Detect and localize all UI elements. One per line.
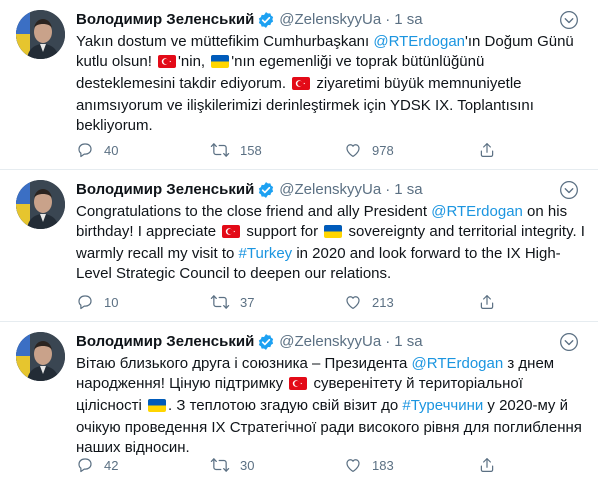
verified-badge-icon xyxy=(257,333,275,351)
reply-icon xyxy=(76,456,94,474)
tweet-time[interactable]: 1 sa xyxy=(394,332,422,352)
tweet-feed: Володимир Зеленський @ZelenskyyUa · 1 sa… xyxy=(0,0,598,484)
separator-dot: · xyxy=(385,11,391,28)
retweet-button[interactable]: 37 xyxy=(210,293,290,311)
ukraine-flag-icon xyxy=(211,54,230,74)
share-icon xyxy=(478,293,496,311)
mention-link[interactable]: @RTErdogan xyxy=(412,355,504,372)
separator-dot: · xyxy=(385,181,391,198)
heart-icon xyxy=(344,293,362,311)
like-button[interactable]: 183 xyxy=(344,456,424,474)
retweet-icon xyxy=(210,141,230,159)
text-segment: support for xyxy=(242,223,323,240)
text-segment: Congratulations to the close friend and … xyxy=(76,203,432,220)
text-segment: Yakın dostum ve müttefikim Cumhurbaşkanı xyxy=(76,33,374,50)
avatar[interactable] xyxy=(16,180,65,229)
more-options-icon[interactable] xyxy=(558,331,580,353)
reply-button[interactable]: 42 xyxy=(76,456,156,474)
mention-link[interactable]: @RTErdogan xyxy=(431,203,523,220)
tweet-actions: 40 158 978 xyxy=(76,141,506,159)
tweet-text: Вітаю близького друга і союзника – Прези… xyxy=(76,354,586,458)
author-handle[interactable]: @ZelenskyyUa xyxy=(279,10,381,30)
ukraine-flag-icon xyxy=(324,224,343,244)
retweet-count: 30 xyxy=(240,457,255,473)
retweet-button[interactable]: 158 xyxy=(210,141,290,159)
avatar[interactable] xyxy=(16,332,65,381)
author-name[interactable]: Володимир Зеленський xyxy=(76,332,254,352)
tweet-actions: 10 37 213 xyxy=(76,293,506,311)
author-handle[interactable]: @ZelenskyyUa xyxy=(279,332,381,352)
like-count: 978 xyxy=(372,142,394,158)
reply-icon xyxy=(76,293,94,311)
text-segment: . З теплотою згадую свій візит до xyxy=(168,397,403,414)
tweet-header: Володимир Зеленський @ZelenskyyUa · 1 sa xyxy=(76,332,582,352)
heart-icon xyxy=(344,141,362,159)
share-button[interactable] xyxy=(478,293,506,311)
tweet-text: Congratulations to the close friend and … xyxy=(76,202,586,284)
more-options-icon[interactable] xyxy=(558,179,580,201)
reply-count: 42 xyxy=(104,457,119,473)
like-button[interactable]: 978 xyxy=(344,141,424,159)
share-button[interactable] xyxy=(478,456,506,474)
author-name[interactable]: Володимир Зеленський xyxy=(76,10,254,30)
avatar[interactable] xyxy=(16,10,65,59)
share-icon xyxy=(478,141,496,159)
verified-badge-icon xyxy=(257,181,275,199)
tweet[interactable]: Володимир Зеленський @ZelenskyyUa · 1 sa… xyxy=(0,322,598,484)
more-options-icon[interactable] xyxy=(558,9,580,31)
reply-button[interactable]: 10 xyxy=(76,293,156,311)
retweet-icon xyxy=(210,456,230,474)
like-count: 213 xyxy=(372,294,394,310)
hashtag-link[interactable]: #Туреччини xyxy=(402,397,483,414)
hashtag-link[interactable]: #Turkey xyxy=(239,245,293,262)
tweet-time[interactable]: 1 sa xyxy=(394,10,422,30)
turkey-flag-icon xyxy=(222,224,241,244)
verified-badge-icon xyxy=(257,11,275,29)
like-count: 183 xyxy=(372,457,394,473)
tweet-time[interactable]: 1 sa xyxy=(394,180,422,200)
author-name[interactable]: Володимир Зеленський xyxy=(76,180,254,200)
tweet-header: Володимир Зеленський @ZelenskyyUa · 1 sa xyxy=(76,10,582,30)
mention-link[interactable]: @RTErdogan xyxy=(373,33,465,50)
tweet[interactable]: Володимир Зеленський @ZelenskyyUa · 1 sa… xyxy=(0,0,598,170)
text-segment: 'nin, xyxy=(178,53,210,70)
retweet-button[interactable]: 30 xyxy=(210,456,290,474)
ukraine-flag-icon xyxy=(148,398,167,418)
like-button[interactable]: 213 xyxy=(344,293,424,311)
retweet-icon xyxy=(210,293,230,311)
reply-icon xyxy=(76,141,94,159)
reply-count: 40 xyxy=(104,142,119,158)
tweet-header: Володимир Зеленський @ZelenskyyUa · 1 sa xyxy=(76,180,582,200)
share-button[interactable] xyxy=(478,141,506,159)
heart-icon xyxy=(344,456,362,474)
tweet-actions: 42 30 183 xyxy=(76,456,506,474)
retweet-count: 37 xyxy=(240,294,255,310)
tweet[interactable]: Володимир Зеленський @ZelenskyyUa · 1 sa… xyxy=(0,170,598,322)
share-icon xyxy=(478,456,496,474)
turkey-flag-icon xyxy=(292,76,311,96)
retweet-count: 158 xyxy=(240,142,262,158)
separator-dot: · xyxy=(385,333,391,350)
turkey-flag-icon xyxy=(158,54,177,74)
text-segment: Вітаю близького друга і союзника – Прези… xyxy=(76,355,412,372)
turkey-flag-icon xyxy=(289,376,308,396)
tweet-text: Yakın dostum ve müttefikim Cumhurbaşkanı… xyxy=(76,32,586,136)
author-handle[interactable]: @ZelenskyyUa xyxy=(279,180,381,200)
reply-count: 10 xyxy=(104,294,119,310)
reply-button[interactable]: 40 xyxy=(76,141,156,159)
